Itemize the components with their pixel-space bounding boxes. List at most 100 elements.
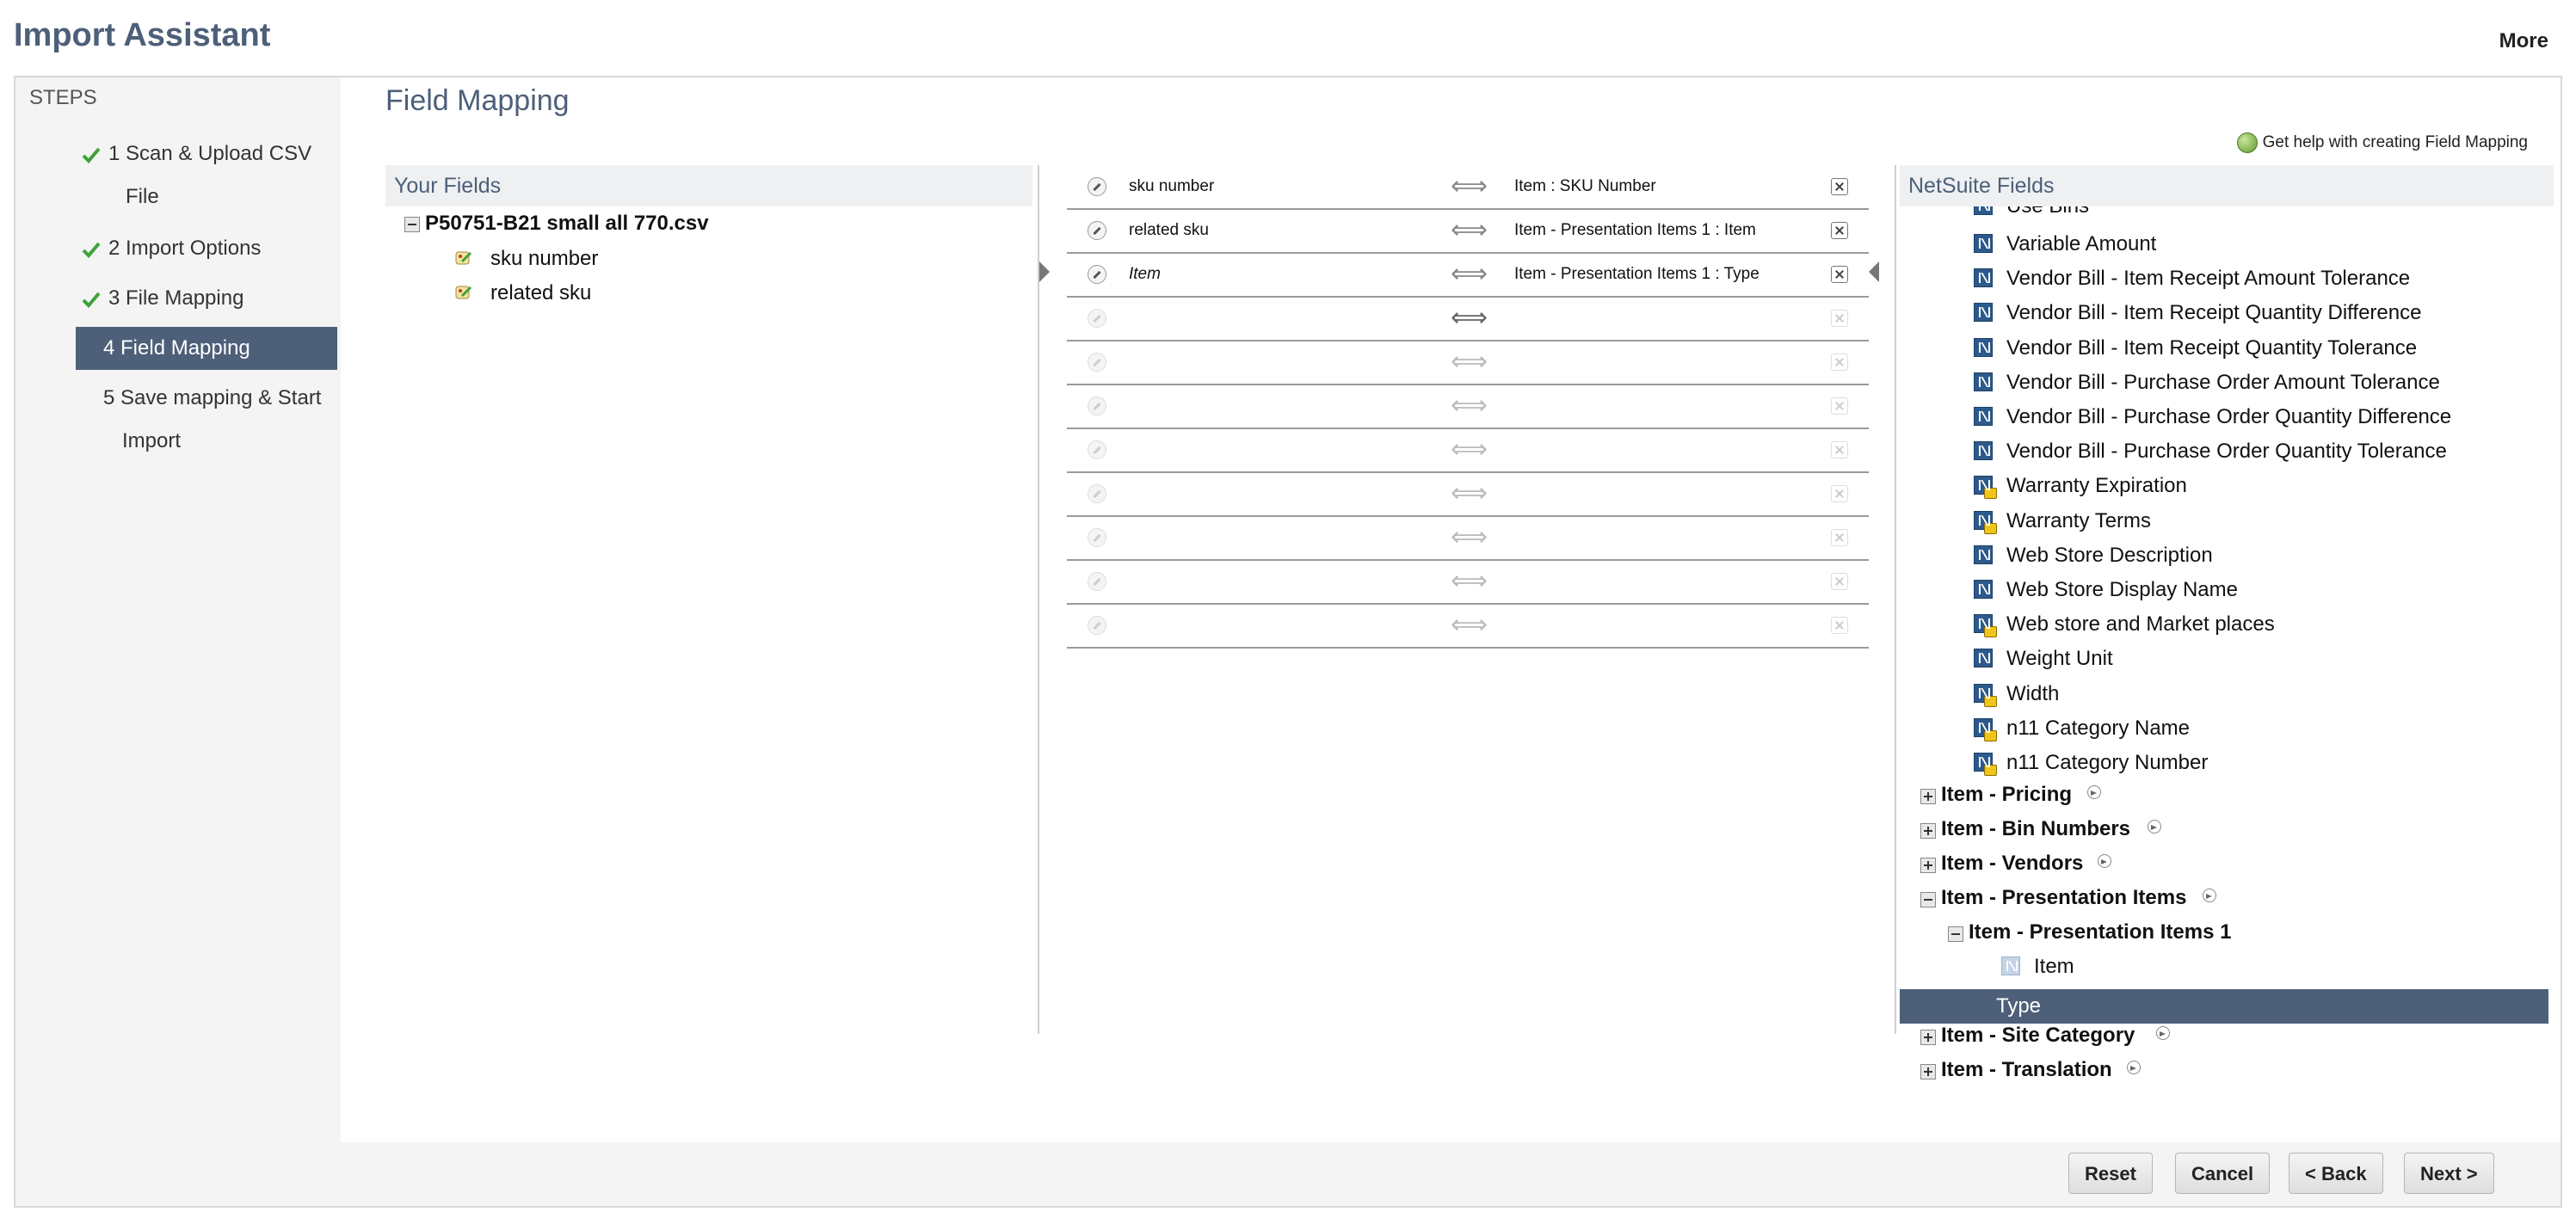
- mapping-row[interactable]: related sku ⟺ Item - Presentation Items …: [1067, 209, 1869, 254]
- expand-icon[interactable]: [1920, 823, 1936, 839]
- your-field-item[interactable]: related sku: [490, 281, 591, 305]
- expand-icon[interactable]: [1920, 858, 1936, 873]
- edit-icon: [1088, 309, 1106, 328]
- group-presentation-items[interactable]: Item - Presentation Items: [1941, 886, 2186, 910]
- expand-icon[interactable]: [1920, 1030, 1936, 1045]
- delete-icon[interactable]: [1831, 266, 1848, 283]
- group-site-category[interactable]: Item - Site Category: [1941, 1024, 2135, 1048]
- next-button[interactable]: Next >: [2404, 1153, 2494, 1194]
- netsuite-field[interactable]: Web store and Market places: [2006, 612, 2275, 637]
- netsuite-field[interactable]: Vendor Bill - Purchase Order Amount Tole…: [2006, 371, 2440, 395]
- check-icon: [82, 147, 101, 163]
- delete-icon: [1831, 485, 1848, 502]
- netsuite-field[interactable]: Vendor Bill - Item Receipt Quantity Tole…: [2006, 336, 2417, 360]
- your-field-item[interactable]: sku number: [490, 247, 598, 271]
- netsuite-field[interactable]: Vendor Bill - Purchase Order Quantity To…: [2006, 440, 2447, 464]
- map-arrow-icon: ⟺: [1451, 348, 1488, 376]
- mapping-target: Item - Presentation Items 1 : Type: [1514, 265, 1759, 283]
- empty-mapping-row[interactable]: ⟺: [1067, 384, 1869, 429]
- map-arrow-icon: ⟺: [1451, 567, 1488, 595]
- netsuite-fields-header: NetSuite Fields: [1900, 165, 2554, 206]
- expand-icon[interactable]: [1920, 1064, 1936, 1080]
- netsuite-field[interactable]: n11 Category Name: [2006, 717, 2190, 741]
- back-button[interactable]: < Back: [2289, 1153, 2383, 1194]
- netsuite-field[interactable]: Web Store Description: [2006, 544, 2213, 568]
- step-save-mapping[interactable]: 5 Save mapping & Start Import: [76, 377, 337, 466]
- field-icon: [1974, 268, 1993, 288]
- map-arrow-icon: ⟺: [1451, 523, 1488, 551]
- map-arrow-icon: ⟺: [1451, 611, 1488, 639]
- netsuite-field[interactable]: Width: [2006, 682, 2059, 706]
- more-button[interactable]: More: [2499, 29, 2548, 53]
- map-arrow-icon: ⟺: [1451, 479, 1488, 508]
- netsuite-field[interactable]: Warranty Terms: [2006, 509, 2151, 533]
- step-label: 4 Field Mapping: [103, 336, 250, 360]
- netsuite-field[interactable]: Vendor Bill - Item Receipt Amount Tolera…: [2006, 267, 2410, 291]
- edit-icon[interactable]: [1088, 221, 1106, 240]
- field-tag-icon: [455, 251, 472, 265]
- group-pricing[interactable]: Item - Pricing: [1941, 783, 2072, 807]
- step-import-options[interactable]: 2 Import Options: [76, 227, 337, 270]
- add-sublist-icon[interactable]: [2148, 820, 2161, 834]
- edit-icon: [1088, 484, 1106, 503]
- step-scan-upload[interactable]: 1 Scan & Upload CSV File: [76, 132, 337, 222]
- group-vendors[interactable]: Item - Vendors: [1941, 852, 2083, 876]
- edit-icon[interactable]: [1088, 265, 1106, 284]
- add-sublist-icon[interactable]: [2098, 854, 2111, 868]
- cancel-button[interactable]: Cancel: [2175, 1153, 2271, 1194]
- map-arrow-icon: ⟺: [1451, 391, 1488, 420]
- delete-icon[interactable]: [1831, 222, 1848, 239]
- mapping-target: Item - Presentation Items 1 : Item: [1514, 221, 1756, 239]
- group-bin-numbers[interactable]: Item - Bin Numbers: [1941, 817, 2130, 841]
- delete-icon[interactable]: [1831, 178, 1848, 195]
- empty-mapping-row[interactable]: ⟺: [1067, 428, 1869, 473]
- netsuite-field[interactable]: Use Bins: [2006, 206, 2089, 218]
- step-label: 2 Import Options: [108, 237, 262, 260]
- add-sublist-icon[interactable]: [2087, 785, 2101, 799]
- expand-right-handle[interactable]: [1869, 261, 1879, 282]
- selected-field-row[interactable]: Type: [1900, 989, 2548, 1024]
- netsuite-field[interactable]: n11 Category Number: [2006, 751, 2208, 775]
- delete-icon: [1831, 354, 1848, 371]
- empty-mapping-row[interactable]: ⟺: [1067, 297, 1869, 341]
- edit-icon[interactable]: [1088, 177, 1106, 196]
- add-sublist-icon[interactable]: [2156, 1026, 2170, 1040]
- netsuite-field[interactable]: Variable Amount: [2006, 232, 2156, 256]
- empty-mapping-row[interactable]: ⟺: [1067, 472, 1869, 517]
- delete-icon: [1831, 441, 1848, 458]
- your-fields-header: Your Fields: [385, 165, 1032, 206]
- collapse-icon[interactable]: [404, 217, 420, 232]
- group-presentation-items-1[interactable]: Item - Presentation Items 1: [1969, 920, 2231, 944]
- netsuite-fields-tree[interactable]: Use Bins Variable Amount Vendor Bill - It…: [1900, 206, 2554, 1084]
- netsuite-field[interactable]: Weight Unit: [2006, 647, 2113, 671]
- netsuite-field[interactable]: Warranty Expiration: [2006, 474, 2187, 498]
- mapping-row[interactable]: Item ⟺ Item - Presentation Items 1 : Typ…: [1067, 253, 1869, 298]
- step-label: 3 File Mapping: [108, 286, 244, 310]
- mapping-source: Item: [1129, 265, 1161, 283]
- group-translation[interactable]: Item - Translation: [1941, 1058, 2112, 1082]
- empty-mapping-row[interactable]: ⟺: [1067, 341, 1869, 385]
- map-arrow-icon: ⟺: [1451, 216, 1488, 244]
- netsuite-field[interactable]: Web Store Display Name: [2006, 578, 2238, 602]
- field-icon: [1974, 441, 1993, 461]
- reset-button[interactable]: Reset: [2068, 1153, 2153, 1194]
- step-file-mapping[interactable]: 3 File Mapping: [76, 277, 337, 320]
- empty-mapping-row[interactable]: ⟺: [1067, 604, 1869, 649]
- add-sublist-icon[interactable]: [2127, 1061, 2141, 1074]
- help-link[interactable]: Get help with creating Field Mapping: [2236, 132, 2528, 153]
- collapse-icon[interactable]: [1920, 892, 1936, 907]
- locked-field-icon: [1974, 510, 1997, 534]
- collapse-icon[interactable]: [1948, 926, 1963, 942]
- add-sublist-icon[interactable]: [2203, 889, 2216, 902]
- expand-icon[interactable]: [1920, 789, 1936, 804]
- locked-field-icon: [1974, 476, 1997, 500]
- empty-mapping-row[interactable]: ⟺: [1067, 560, 1869, 605]
- step-field-mapping[interactable]: 4 Field Mapping: [76, 327, 337, 370]
- mapping-row[interactable]: sku number ⟺ Item : SKU Number: [1067, 165, 1869, 210]
- delete-icon: [1831, 617, 1848, 634]
- netsuite-field[interactable]: Vendor Bill - Purchase Order Quantity Di…: [2006, 405, 2451, 429]
- empty-mapping-row[interactable]: ⟺: [1067, 516, 1869, 561]
- expand-left-handle[interactable]: [1039, 261, 1050, 282]
- netsuite-field[interactable]: Vendor Bill - Item Receipt Quantity Diff…: [2006, 301, 2421, 325]
- netsuite-field[interactable]: Item: [2034, 955, 2074, 979]
